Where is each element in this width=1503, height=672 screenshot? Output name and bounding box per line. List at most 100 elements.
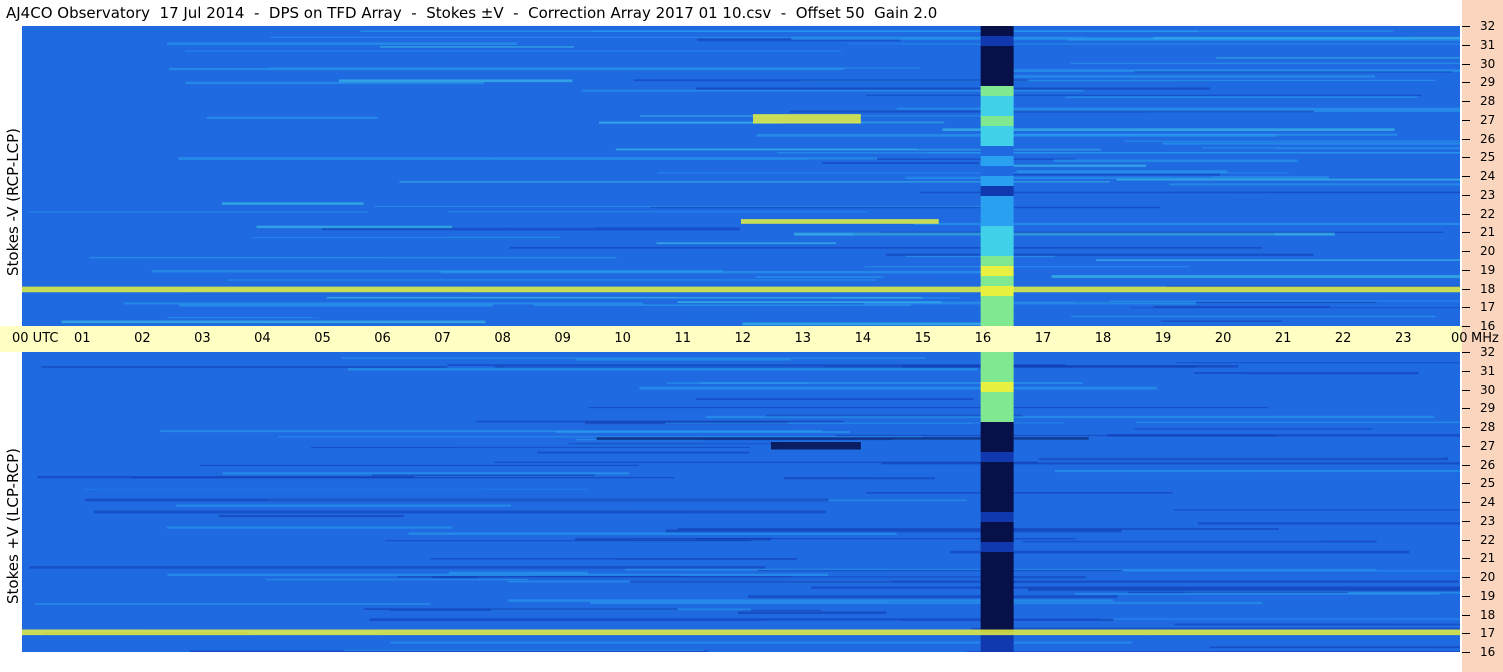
event-segment xyxy=(980,236,1014,247)
event-segment xyxy=(980,402,1014,413)
frequency-tick-label: 30 xyxy=(1480,56,1496,71)
stokes-plus-v-spectrogram xyxy=(22,352,1460,652)
heatmap-stripe xyxy=(757,569,1124,572)
heatmap-stripe xyxy=(893,567,1460,570)
frequency-tick-mark xyxy=(1462,251,1470,252)
heatmap-stripe xyxy=(1065,96,1418,99)
event-segment xyxy=(980,216,1014,227)
heatmap-stripe xyxy=(360,30,1199,33)
heatmap-stripe xyxy=(1170,81,1460,83)
time-tick-label: 09 xyxy=(554,331,571,346)
heatmap-stripe xyxy=(794,232,1335,236)
heatmap-stripe xyxy=(85,498,829,502)
frequency-tick-mark xyxy=(1462,464,1470,466)
frequency-tick-label: 24 xyxy=(1480,495,1496,509)
event-segment xyxy=(980,176,1014,187)
frequency-tick-label: 32 xyxy=(1480,19,1496,33)
heatmap-stripe xyxy=(61,320,486,324)
heatmap-stripe xyxy=(885,253,1314,256)
frequency-tick-label: 23 xyxy=(1480,187,1496,202)
heatmap-stripe xyxy=(881,462,1460,465)
event-segment xyxy=(980,502,1014,513)
heatmap-stripe xyxy=(782,122,1460,125)
event-segment xyxy=(980,432,1014,443)
heatmap-stripe xyxy=(176,504,511,507)
chart-title: AJ4CO Observatory 17 Jul 2014 - DPS on T… xyxy=(6,4,938,22)
heatmap-stripe xyxy=(575,358,791,361)
heatmap-stripe xyxy=(1018,307,1460,311)
heatmap-stripe xyxy=(1109,300,1460,302)
event-segment xyxy=(980,256,1014,267)
frequency-tick-mark xyxy=(1462,101,1470,102)
heatmap-stripe xyxy=(227,279,877,281)
heatmap-stripe xyxy=(950,550,1410,554)
heatmap-stripe xyxy=(810,586,1460,589)
heatmap-stripe xyxy=(666,382,809,384)
event-segment xyxy=(980,46,1014,57)
frequency-tick-label: 29 xyxy=(1480,75,1496,90)
time-tick-label: 19 xyxy=(1154,331,1172,346)
event-segment xyxy=(980,362,1014,373)
event-segment xyxy=(980,146,1014,157)
heatmap-stripe xyxy=(1174,623,1460,626)
heatmap-stripe xyxy=(537,451,750,454)
event-segment xyxy=(980,472,1014,483)
heatmap-stripe xyxy=(222,472,629,475)
heatmap-stripe xyxy=(390,641,1132,644)
event-segment xyxy=(980,562,1014,573)
event-segment xyxy=(980,492,1014,503)
frequency-tick-mark xyxy=(1462,288,1470,290)
event-segment xyxy=(980,612,1014,623)
event-segment xyxy=(980,36,1014,47)
frequency-tick-label: 19 xyxy=(1480,262,1496,277)
heatmap-stripe xyxy=(383,262,718,266)
frequency-tick-mark xyxy=(1462,176,1470,177)
heatmap-stripe xyxy=(552,51,883,53)
heatmap-stripe xyxy=(851,474,1460,477)
heatmap-stripe xyxy=(1068,611,1460,614)
event-segment xyxy=(980,452,1014,463)
heatmap-stripe xyxy=(737,611,887,615)
frequency-tick-label: 28 xyxy=(1480,94,1496,108)
time-tick-label: 14 xyxy=(854,331,872,346)
frequency-unit-label: MHz xyxy=(1471,331,1499,346)
heatmap-stripe xyxy=(440,270,993,274)
event-segment xyxy=(980,276,1014,287)
frequency-tick-mark xyxy=(1462,63,1470,65)
frequency-tick-label: 31 xyxy=(1480,363,1496,378)
heatmap-stripe xyxy=(1162,142,1460,145)
feature-band xyxy=(741,219,939,224)
heatmap-stripe xyxy=(1134,71,1453,73)
frequency-tick-label: 21 xyxy=(1480,551,1496,566)
heatmap-stripe xyxy=(1173,509,1460,511)
heatmap-stripe xyxy=(1089,419,1460,422)
heatmap-stripe xyxy=(89,256,617,259)
frequency-tick-mark xyxy=(1462,194,1470,196)
frequency-tick-mark xyxy=(1462,352,1470,353)
frequency-tick-label: 27 xyxy=(1480,438,1496,453)
event-segment xyxy=(980,592,1014,603)
frequency-tick-label: 30 xyxy=(1480,382,1496,397)
heatmap-stripe xyxy=(1075,592,1440,595)
heatmap-stripe xyxy=(28,211,369,213)
event-segment xyxy=(980,352,1014,363)
heatmap-stripe xyxy=(1175,362,1460,364)
frequency-tick-label: 19 xyxy=(1480,588,1496,603)
frequency-tick-mark xyxy=(1462,520,1470,522)
heatmap-stripe xyxy=(985,465,1460,468)
event-segment xyxy=(980,582,1014,593)
frequency-tick-label: 29 xyxy=(1480,401,1496,416)
event-segment xyxy=(980,296,1014,307)
heatmap-stripe xyxy=(822,161,979,164)
spectrogram-bottom-svg xyxy=(22,352,1460,652)
frequency-tick-label: 26 xyxy=(1480,457,1496,472)
time-tick-label: 10 xyxy=(614,331,631,346)
frequency-tick-label: 26 xyxy=(1480,131,1496,146)
frequency-tick-label: 27 xyxy=(1480,112,1496,127)
heatmap-stripe xyxy=(1145,112,1460,115)
heatmap-stripe xyxy=(477,576,990,579)
frequency-tick-mark xyxy=(1462,213,1470,215)
event-segment xyxy=(980,552,1014,563)
heatmap-stripe xyxy=(1116,178,1460,181)
heatmap-stripe xyxy=(755,276,884,278)
